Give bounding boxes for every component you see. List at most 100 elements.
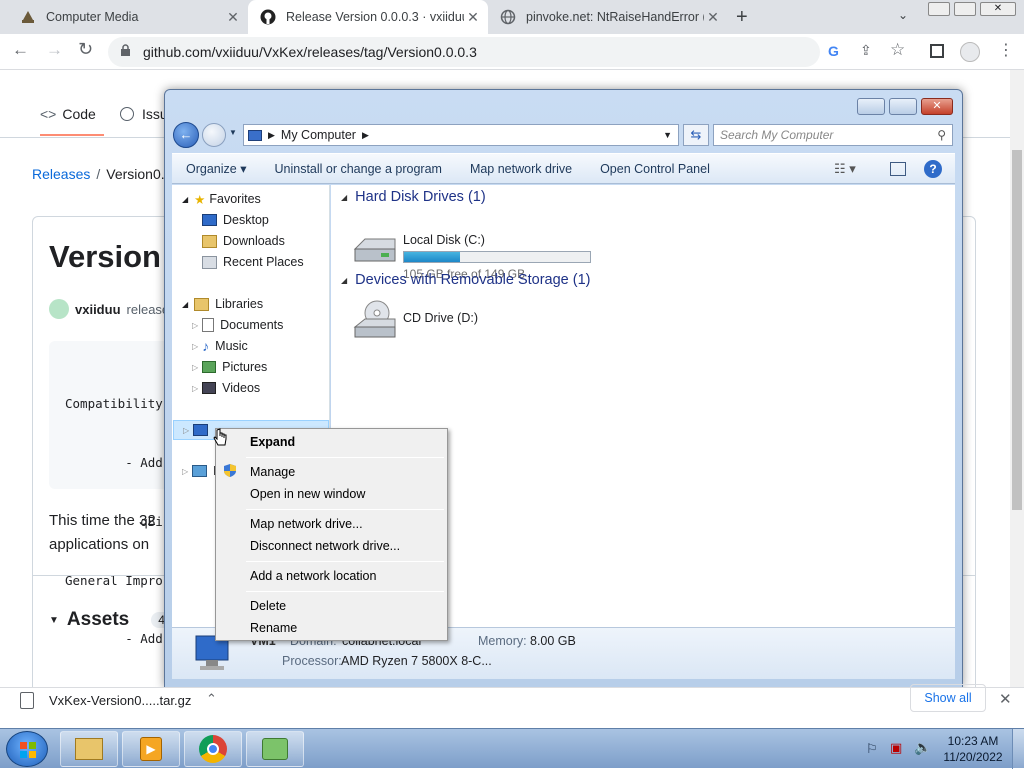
- close-window-icon[interactable]: ✕: [980, 2, 1016, 16]
- bookmark-star-icon[interactable]: ☆: [890, 40, 905, 60]
- menu-item-delete[interactable]: Delete: [250, 597, 286, 615]
- tab-code-label: Code: [62, 106, 96, 122]
- taskbar-chrome-button[interactable]: [184, 731, 242, 767]
- network-status-icon[interactable]: ▣: [890, 740, 902, 756]
- show-desktop-button[interactable]: [1012, 729, 1024, 769]
- close-tab-icon[interactable]: ✕: [704, 9, 722, 26]
- preview-pane-icon[interactable]: [890, 162, 906, 176]
- close-icon[interactable]: ✕: [921, 98, 953, 115]
- organize-button[interactable]: Organize ▾: [172, 161, 260, 176]
- forward-button-icon[interactable]: [202, 123, 226, 147]
- change-view-icon[interactable]: ☷ ▾: [834, 161, 856, 177]
- group-removable-storage[interactable]: ◢ Devices with Removable Storage (1): [341, 272, 590, 288]
- menu-kebab-icon[interactable]: ⋮: [998, 40, 1014, 60]
- taskbar-media-player-button[interactable]: ▶: [122, 731, 180, 767]
- menu-item-disconnect-network-drive[interactable]: Disconnect network drive...: [250, 537, 400, 555]
- map-network-drive-button[interactable]: Map network drive: [456, 162, 586, 176]
- clock[interactable]: 10:23 AM 11/20/2022: [940, 733, 1006, 765]
- paragraph-line: applications on: [49, 536, 150, 553]
- menu-item-manage[interactable]: Manage: [250, 463, 295, 481]
- maximize-icon[interactable]: [889, 98, 917, 115]
- side-panel-icon[interactable]: [930, 44, 944, 58]
- open-control-panel-button[interactable]: Open Control Panel: [586, 162, 724, 176]
- nav-recent-places[interactable]: Recent Places: [202, 252, 304, 272]
- minimize-window-icon[interactable]: [928, 2, 950, 16]
- explorer-search-input[interactable]: Search My Computer ⚲: [713, 124, 953, 146]
- breadcrumb-current: Version0.0: [106, 166, 173, 182]
- star-icon: ★: [194, 192, 206, 207]
- close-tab-icon[interactable]: ✕: [224, 9, 242, 26]
- menu-separator: [246, 457, 444, 458]
- network-icon: [192, 465, 208, 477]
- menu-item-expand[interactable]: Expand: [250, 433, 295, 451]
- back-button-icon[interactable]: ←: [173, 122, 199, 148]
- minimize-icon[interactable]: [857, 98, 885, 115]
- share-icon[interactable]: ⇪: [860, 42, 872, 59]
- nav-pictures[interactable]: ▷ Pictures: [192, 357, 267, 377]
- drive-d-item[interactable]: CD Drive (D:): [341, 299, 721, 343]
- nav-libraries[interactable]: ◢ Libraries: [182, 294, 263, 314]
- download-options-chevron-icon[interactable]: ⌃: [206, 691, 217, 707]
- tab-issues[interactable]: Issu: [120, 106, 168, 122]
- browser-tab-strip: Computer Media ✕ Release Version 0.0.0.3…: [0, 0, 1024, 34]
- github-icon: [260, 9, 276, 25]
- tab-code[interactable]: <> Code: [40, 106, 96, 122]
- menu-item-open-new-window[interactable]: Open in new window: [250, 485, 365, 503]
- avatar: [49, 299, 69, 319]
- close-download-bar-icon[interactable]: ✕: [999, 690, 1012, 708]
- breadcrumb-arrow-icon[interactable]: ▶: [362, 130, 369, 141]
- start-button-icon[interactable]: [6, 731, 48, 767]
- nav-label: Favorites: [209, 192, 261, 206]
- address-location[interactable]: My Computer: [281, 128, 356, 142]
- download-filename[interactable]: VxKex-Version0.....tar.gz: [49, 693, 191, 708]
- volume-icon[interactable]: 🔈: [914, 739, 931, 756]
- address-bar[interactable]: github.com/vxiiduu/VxKex/releases/tag/Ve…: [108, 37, 820, 67]
- show-all-button[interactable]: Show all: [910, 684, 986, 712]
- menu-item-rename[interactable]: Rename: [250, 619, 297, 637]
- media-player-icon: ▶: [140, 737, 162, 761]
- nav-downloads[interactable]: Downloads: [202, 231, 285, 251]
- explorer-address-bar[interactable]: ▶ My Computer ▶ ▼: [243, 124, 679, 146]
- back-arrow-icon[interactable]: ←: [12, 40, 29, 60]
- tab-title: pinvoke.net: NtRaiseHandError (n: [526, 10, 704, 24]
- tab-computer-media[interactable]: Computer Media ✕: [8, 0, 248, 34]
- recent-pages-chevron-icon[interactable]: ▼: [229, 128, 237, 137]
- group-hard-disk-drives[interactable]: ◢ Hard Disk Drives (1): [341, 189, 486, 205]
- author-name[interactable]: vxiiduu: [75, 302, 121, 317]
- refresh-icon[interactable]: ⇆: [683, 124, 709, 146]
- page-scrollbar[interactable]: [1010, 70, 1024, 687]
- nav-music[interactable]: ▷ ♪ Music: [192, 336, 248, 356]
- scrollbar-thumb[interactable]: [1012, 150, 1022, 510]
- profile-avatar-icon[interactable]: [960, 42, 980, 62]
- reload-icon[interactable]: ↻: [78, 39, 93, 60]
- google-lens-icon[interactable]: G: [828, 43, 839, 59]
- drive-c-item[interactable]: Local Disk (C:) 105 GB free of 149 GB: [341, 233, 721, 281]
- nav-documents[interactable]: ▷ Documents: [192, 315, 283, 335]
- pictures-icon: [202, 361, 217, 373]
- breadcrumb-releases-link[interactable]: Releases: [32, 166, 90, 182]
- nav-favorites[interactable]: ◢ ★ Favorites: [182, 189, 261, 209]
- action-center-icon[interactable]: ⚐: [866, 741, 878, 757]
- breadcrumb-arrow-icon[interactable]: ▶: [268, 130, 275, 141]
- nav-label: Desktop: [223, 213, 269, 227]
- nav-videos[interactable]: ▷ Videos: [192, 378, 260, 398]
- uac-shield-icon: [223, 463, 237, 478]
- new-tab-plus-icon[interactable]: +: [736, 6, 748, 29]
- uninstall-program-button[interactable]: Uninstall or change a program: [260, 162, 455, 176]
- tab-search-chevron-icon[interactable]: ⌄: [898, 8, 908, 22]
- tab-pinvoke[interactable]: pinvoke.net: NtRaiseHandError (n ✕: [488, 0, 728, 34]
- tab-release[interactable]: Release Version 0.0.0.3 · vxiiduu/ ✕: [248, 0, 488, 34]
- taskbar-network-app-button[interactable]: [246, 731, 304, 767]
- menu-item-add-network-location[interactable]: Add a network location: [250, 567, 376, 585]
- help-icon[interactable]: ?: [924, 160, 942, 178]
- restore-window-icon[interactable]: [954, 2, 976, 16]
- assets-header[interactable]: ▼ Assets 4: [49, 609, 172, 631]
- code-icon: <>: [40, 106, 57, 122]
- taskbar-explorer-button[interactable]: [60, 731, 118, 767]
- globe-icon: [500, 9, 516, 25]
- address-dropdown-icon[interactable]: ▼: [663, 130, 672, 140]
- menu-item-map-network-drive[interactable]: Map network drive...: [250, 515, 363, 533]
- nav-desktop[interactable]: Desktop: [202, 210, 269, 230]
- close-tab-icon[interactable]: ✕: [464, 9, 482, 26]
- forward-arrow-icon[interactable]: →: [46, 40, 63, 60]
